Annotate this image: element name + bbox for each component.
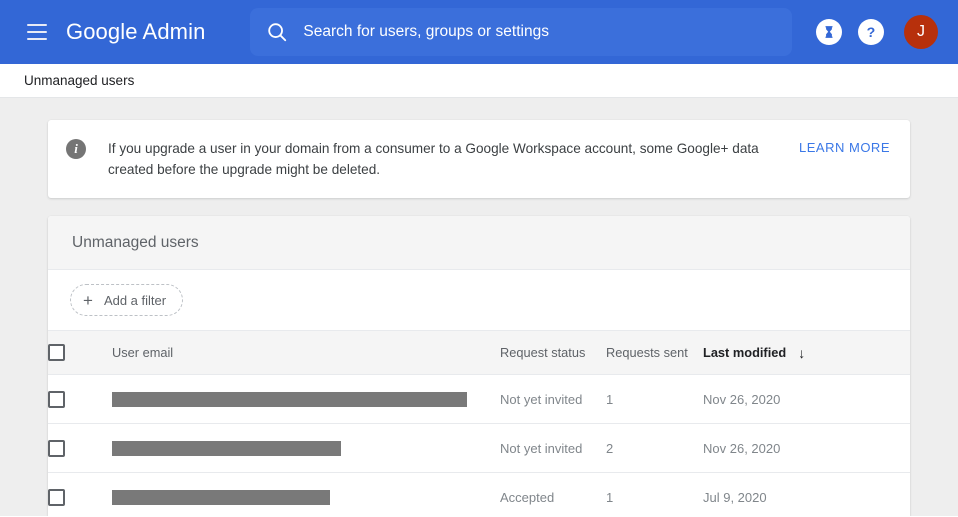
cell-user-email: [112, 473, 500, 517]
breadcrumb-item-unmanaged-users[interactable]: Unmanaged users: [24, 73, 134, 88]
cell-request-status: Accepted: [500, 473, 606, 517]
column-header-requests-sent[interactable]: Requests sent: [606, 331, 703, 375]
redacted-email-bar: [112, 392, 467, 407]
app-bar-actions: ? J: [816, 15, 944, 49]
cell-user-email: [112, 375, 500, 424]
info-icon: i: [66, 139, 86, 159]
sort-descending-arrow-icon[interactable]: ↓: [798, 346, 805, 360]
cell-requests-sent: 2: [606, 424, 703, 473]
unmanaged-users-card: Unmanaged users + Add a filter User emai…: [48, 216, 910, 516]
cell-last-modified: Nov 26, 2020: [703, 424, 910, 473]
cell-requests-sent: 1: [606, 375, 703, 424]
hamburger-bar: [27, 24, 47, 26]
column-header-last-modified[interactable]: Last modified ↓: [703, 331, 910, 375]
cell-last-modified: Jul 9, 2020: [703, 473, 910, 517]
row-select-cell: [48, 375, 112, 424]
redacted-email-bar: [112, 441, 341, 456]
learn-more-link[interactable]: LEARN MORE: [779, 138, 890, 155]
info-banner-message: If you upgrade a user in your domain fro…: [108, 138, 779, 180]
search-input[interactable]: [303, 8, 776, 56]
hamburger-bar: [27, 38, 47, 40]
hamburger-menu-icon[interactable]: [20, 15, 54, 49]
redacted-email-bar: [112, 490, 330, 505]
breadcrumb: Unmanaged users: [0, 64, 958, 98]
row-checkbox[interactable]: [48, 489, 65, 506]
table-row[interactable]: Not yet invited2Nov 26, 2020: [48, 424, 910, 473]
app-brand-title: Google Admin: [66, 19, 205, 45]
add-filter-button[interactable]: + Add a filter: [70, 284, 183, 316]
column-header-request-status[interactable]: Request status: [500, 331, 606, 375]
column-header-last-modified-label: Last modified: [703, 345, 786, 360]
row-select-cell: [48, 473, 112, 517]
cell-user-email: [112, 424, 500, 473]
table-header: User email Request status Requests sent …: [48, 331, 910, 375]
unmanaged-users-table: User email Request status Requests sent …: [48, 330, 910, 516]
cell-request-status: Not yet invited: [500, 424, 606, 473]
help-question-icon[interactable]: ?: [858, 19, 884, 45]
filter-row: + Add a filter: [48, 270, 910, 330]
page-content: i If you upgrade a user in your domain f…: [0, 98, 958, 516]
search-bar[interactable]: [250, 8, 792, 56]
column-header-user-email[interactable]: User email: [112, 331, 500, 375]
row-checkbox[interactable]: [48, 440, 65, 457]
cell-requests-sent: 1: [606, 473, 703, 517]
page-title: Unmanaged users: [72, 234, 199, 252]
search-icon: [266, 21, 288, 43]
cell-request-status: Not yet invited: [500, 375, 606, 424]
plus-icon: +: [83, 292, 93, 309]
top-app-bar: Google Admin ? J: [0, 0, 958, 64]
table-row[interactable]: Accepted1Jul 9, 2020: [48, 473, 910, 517]
question-mark-glyph: ?: [861, 22, 881, 42]
hourglass-icon[interactable]: [816, 19, 842, 45]
svg-text:?: ?: [867, 25, 876, 41]
row-checkbox[interactable]: [48, 391, 65, 408]
hamburger-bar: [27, 31, 47, 33]
table-header-row: User email Request status Requests sent …: [48, 331, 910, 375]
select-all-header: [48, 331, 112, 375]
info-banner: i If you upgrade a user in your domain f…: [48, 120, 910, 198]
hourglass-glyph: [822, 25, 836, 39]
add-filter-label: Add a filter: [104, 293, 166, 308]
avatar[interactable]: J: [904, 15, 938, 49]
table-row[interactable]: Not yet invited1Nov 26, 2020: [48, 375, 910, 424]
cell-last-modified: Nov 26, 2020: [703, 375, 910, 424]
select-all-checkbox[interactable]: [48, 344, 65, 361]
card-header: Unmanaged users: [48, 216, 910, 270]
table-body: Not yet invited1Nov 26, 2020Not yet invi…: [48, 375, 910, 517]
row-select-cell: [48, 424, 112, 473]
